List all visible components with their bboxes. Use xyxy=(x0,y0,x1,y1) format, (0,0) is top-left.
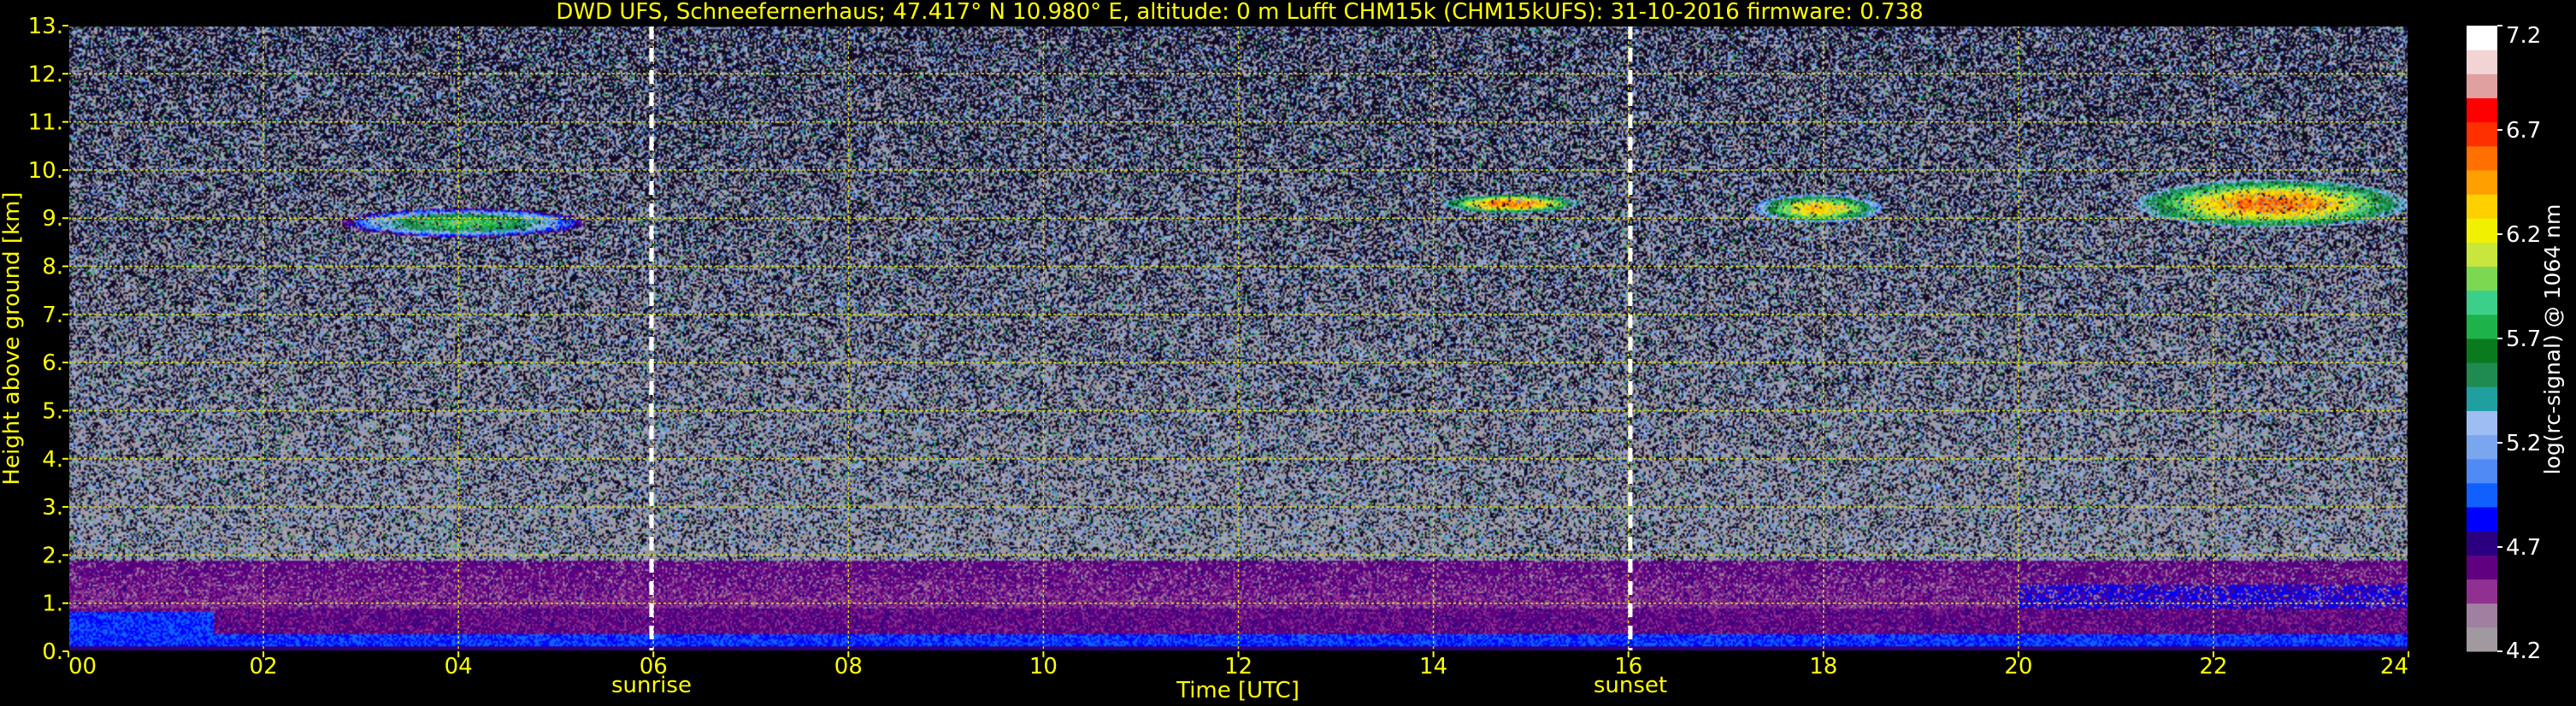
y-tick-label: 11. xyxy=(28,110,63,136)
colorbar-segment xyxy=(2467,531,2497,556)
y-tick-label: 8. xyxy=(42,255,63,280)
colorbar-segment xyxy=(2467,74,2497,98)
colorbar-segment xyxy=(2467,266,2497,291)
colorbar-segment xyxy=(2467,338,2497,363)
colorbar-label: log(rc-signal) @ 1064 nm xyxy=(2540,204,2565,475)
colorbar-segment xyxy=(2467,434,2497,460)
x-tick-label: 02 xyxy=(250,654,278,680)
y-axis-label: Height above ground [km] xyxy=(0,191,25,485)
y-tick-label: 4. xyxy=(42,447,63,473)
plot-area xyxy=(68,25,2409,652)
colorbar-scale xyxy=(2467,26,2497,652)
x-tick-label: 08 xyxy=(834,654,863,680)
colorbar-tick-label: 5.2 xyxy=(2506,431,2541,456)
chart-title: DWD UFS, Schneefernerhaus; 47.417° N 10.… xyxy=(556,0,1923,25)
colorbar-tick-label: 6.2 xyxy=(2506,222,2541,248)
colorbar-segment xyxy=(2467,458,2497,484)
colorbar-tick-label: 6.7 xyxy=(2506,118,2541,144)
y-tick-label: 13. xyxy=(28,14,63,39)
x-tick-label: 12 xyxy=(1224,654,1253,680)
y-tick-label: 10. xyxy=(28,158,63,184)
x-tick-label: 18 xyxy=(1809,654,1837,680)
colorbar-segment xyxy=(2467,386,2497,411)
x-tick-label: 22 xyxy=(2199,654,2227,680)
x-axis-label: Time [UTC] xyxy=(1176,678,1300,703)
colorbar-segment xyxy=(2467,579,2497,604)
y-tick-label: 7. xyxy=(42,303,63,328)
colorbar-segment xyxy=(2467,145,2497,171)
y-tick-label: 2. xyxy=(42,543,63,568)
colorbar-segment xyxy=(2467,169,2497,195)
colorbar-segment xyxy=(2467,603,2497,628)
colorbar-segment xyxy=(2467,121,2497,147)
colorbar-segment xyxy=(2467,627,2497,652)
y-tick-label: 9. xyxy=(42,206,63,232)
colorbar-segment xyxy=(2467,290,2497,315)
colorbar-segment xyxy=(2467,26,2497,50)
y-tick-label: 1. xyxy=(42,591,63,617)
colorbar-ticks: 4.2 4.7 5.2 5.7 6.2 6.7 7.2 xyxy=(2497,23,2541,664)
x-tick-label: 16 xyxy=(1614,654,1642,680)
y-axis-ticks: 0. 1. 2. 3. 4. 5. 6. 7. 8. 9. 10. 11. 12. 13. xyxy=(28,14,68,665)
colorbar-segment xyxy=(2467,507,2497,532)
colorbar-tick-label: 4.2 xyxy=(2506,638,2541,664)
y-tick-label: 0. xyxy=(42,639,63,665)
y-tick-label: 6. xyxy=(42,350,63,376)
colorbar-segment xyxy=(2467,97,2497,123)
x-tick-label: 06 xyxy=(640,654,668,680)
colorbar-segment xyxy=(2467,194,2497,219)
ceilometer-figure: DWD UFS, Schneefernerhaus; 47.417° N 10.… xyxy=(0,0,2565,703)
colorbar-segment xyxy=(2467,314,2497,339)
colorbar-segment xyxy=(2467,410,2497,436)
colorbar-segment xyxy=(2467,482,2497,508)
colorbar: 4.2 4.7 5.2 5.7 6.2 6.7 7.2 log(rc-signal) @ 1… xyxy=(2467,23,2565,664)
colorbar-segment xyxy=(2467,362,2497,387)
colorbar-segment xyxy=(2467,242,2497,268)
x-tick-label: 14 xyxy=(1419,654,1447,680)
colorbar-tick-label: 5.7 xyxy=(2506,327,2541,352)
x-tick-label: 00 xyxy=(68,654,97,680)
colorbar-segment xyxy=(2467,218,2497,243)
colorbar-segment xyxy=(2467,555,2497,580)
x-tick-label: 20 xyxy=(2004,654,2032,680)
x-tick-label: 24 xyxy=(2380,654,2408,680)
y-tick-label: 3. xyxy=(42,495,63,521)
colorbar-tick-label: 4.7 xyxy=(2506,535,2541,561)
x-tick-label: 10 xyxy=(1029,654,1058,680)
x-tick-label: 04 xyxy=(445,654,473,680)
y-tick-label: 12. xyxy=(28,62,63,87)
y-tick-label: 5. xyxy=(42,398,63,424)
colorbar-segment xyxy=(2467,50,2497,74)
colorbar-tick-label: 7.2 xyxy=(2506,23,2541,49)
